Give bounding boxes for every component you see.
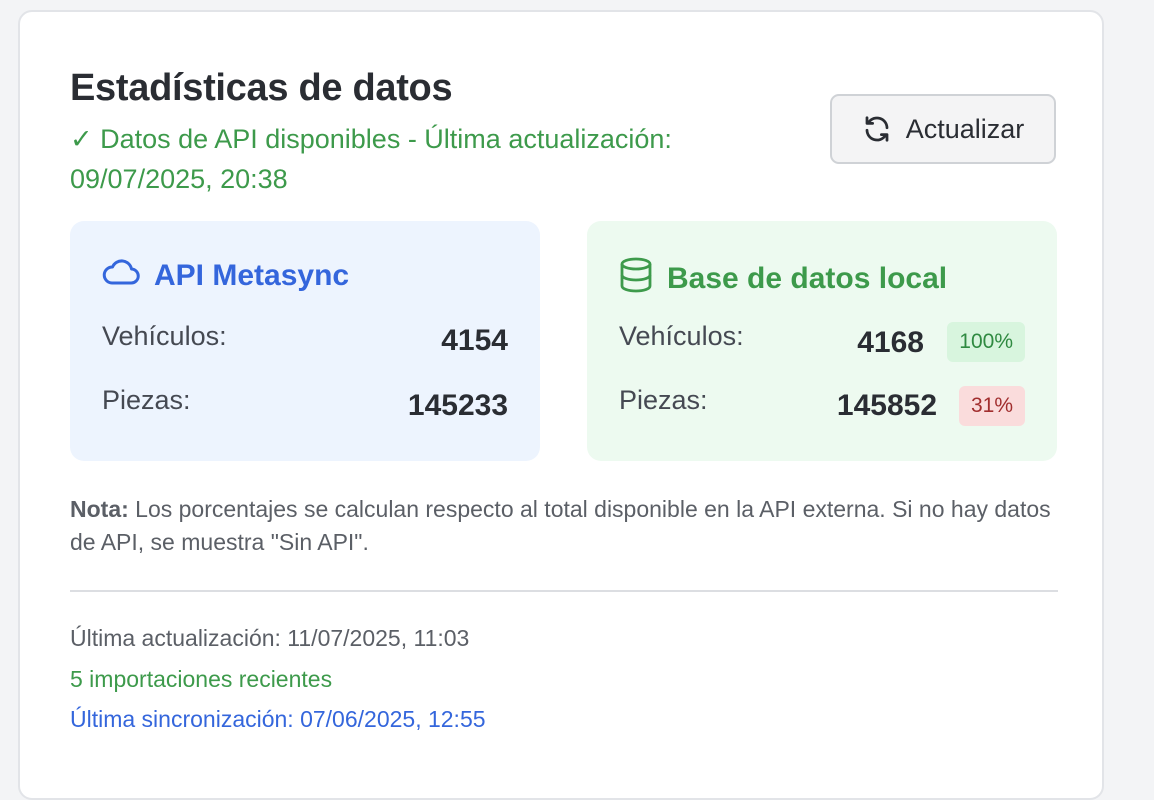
api-parts-value: 145233 — [407, 389, 508, 422]
data-stats-card: Estadísticas de datos ✓ Datos de API dis… — [18, 10, 1104, 800]
refresh-button-label: Actualizar — [905, 113, 1025, 144]
last-sync-text: Última sincronización: 07/06/2025, 12:55 — [70, 706, 486, 732]
api-status-message: ✓ Datos de API disponibles - Última actu… — [70, 124, 672, 194]
api-parts-label: Piezas: — [102, 385, 191, 415]
local-parts-value: 145852 — [836, 389, 937, 422]
note-text: Los porcentajes se calculan respecto al … — [70, 496, 1051, 555]
local-vehicles-percent-badge: 100% — [947, 322, 1025, 362]
note-prefix: Nota: — [70, 496, 129, 522]
local-vehicles-label: Vehículos: — [619, 321, 744, 351]
local-panel-title: Base de datos local — [667, 262, 948, 295]
last-update-text: Última actualización: 11/07/2025, 11:03 — [70, 625, 470, 651]
refresh-icon — [862, 114, 892, 144]
percentage-note: Nota: Los porcentajes se calculan respec… — [70, 493, 1060, 559]
local-database-panel: Base de datos local Vehículos: 4168 100%… — [587, 221, 1057, 461]
page-title: Estadísticas de datos — [70, 67, 453, 109]
local-parts-label: Piezas: — [619, 385, 708, 415]
api-vehicles-value: 4154 — [441, 324, 508, 357]
api-panel-title: API Metasync — [154, 259, 350, 292]
divider — [70, 590, 1058, 592]
database-icon — [619, 257, 653, 301]
local-parts-percent-badge: 31% — [958, 386, 1025, 426]
api-metasync-panel: API Metasync Vehículos: 4154 Piezas: 145… — [70, 221, 540, 461]
local-vehicles-value: 4168 — [857, 326, 924, 359]
api-vehicles-label: Vehículos: — [102, 321, 227, 351]
cloud-icon — [102, 257, 140, 295]
refresh-button[interactable]: Actualizar — [830, 94, 1056, 164]
local-panel-header: Base de datos local — [619, 257, 947, 301]
recent-imports-text: 5 importaciones recientes — [70, 666, 333, 692]
api-panel-header: API Metasync — [102, 257, 349, 295]
